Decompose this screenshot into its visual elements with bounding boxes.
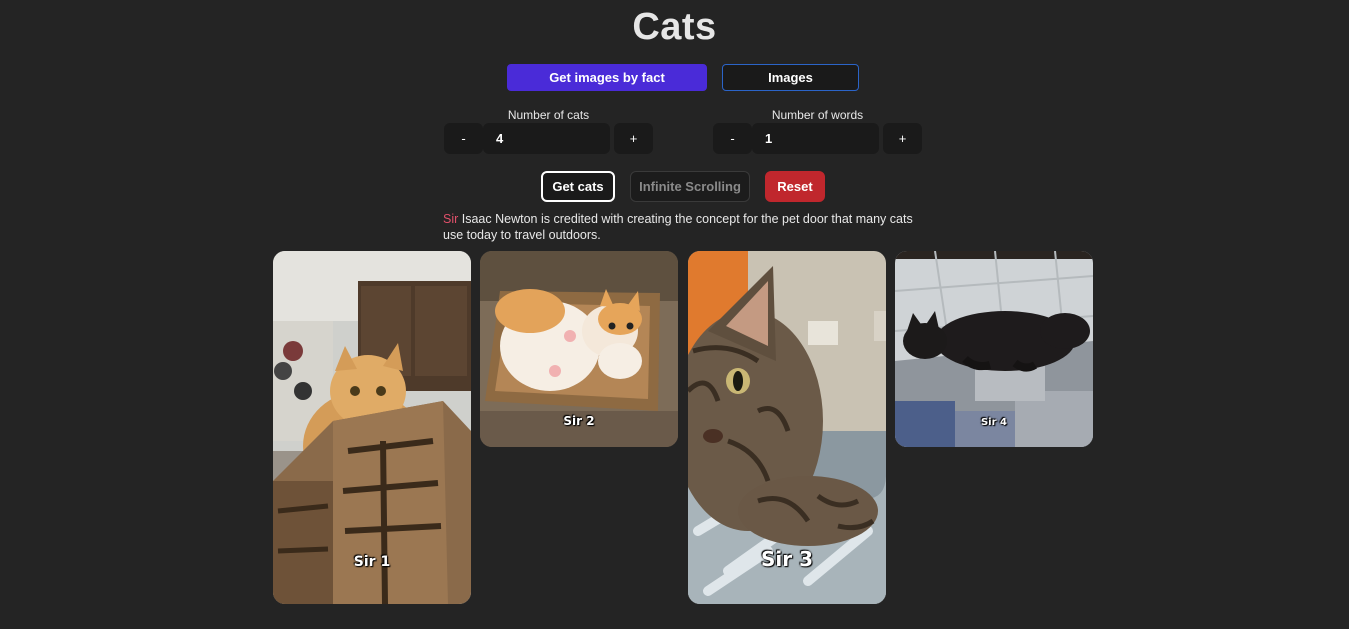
cat-card-3-caption: Sir 3 — [760, 547, 813, 571]
cats-count-input[interactable]: 4 — [483, 123, 610, 154]
reset-button[interactable]: Reset — [765, 171, 825, 202]
cat-card-2[interactable]: Sir 2 — [480, 251, 678, 447]
cat-card-4-caption: Sir 4 — [980, 417, 1007, 428]
get-cats-button[interactable]: Get cats — [541, 171, 615, 202]
cat-card-1[interactable]: Sir 1 — [273, 251, 471, 604]
cats-decrement-button[interactable]: - — [444, 123, 483, 154]
images-button[interactable]: Images — [722, 64, 859, 91]
fact-body: Isaac Newton is credited with creating t… — [443, 212, 913, 242]
orange-cat-in-box-photo-icon — [273, 251, 471, 604]
cats-increment-button[interactable]: + — [614, 123, 653, 154]
cat-card-3[interactable]: Sir 3 — [688, 251, 886, 604]
get-images-by-fact-button[interactable]: Get images by fact — [507, 64, 707, 91]
number-of-cats-label: Number of cats — [507, 108, 590, 122]
number-of-words-label: Number of words — [771, 108, 864, 122]
cat-fact-text: Sir Isaac Newton is credited with creati… — [443, 211, 933, 243]
page-title: Cats — [632, 6, 717, 48]
infinite-scrolling-button[interactable]: Infinite Scrolling — [630, 171, 750, 202]
words-increment-button[interactable]: + — [883, 123, 922, 154]
fact-highlight-word: Sir — [443, 212, 459, 226]
cat-card-2-caption: Sir 2 — [563, 414, 595, 428]
words-count-input[interactable]: 1 — [752, 123, 879, 154]
cat-card-4[interactable]: Sir 4 — [895, 251, 1093, 447]
cat-card-1-caption: Sir 1 — [353, 554, 391, 570]
words-decrement-button[interactable]: - — [713, 123, 752, 154]
